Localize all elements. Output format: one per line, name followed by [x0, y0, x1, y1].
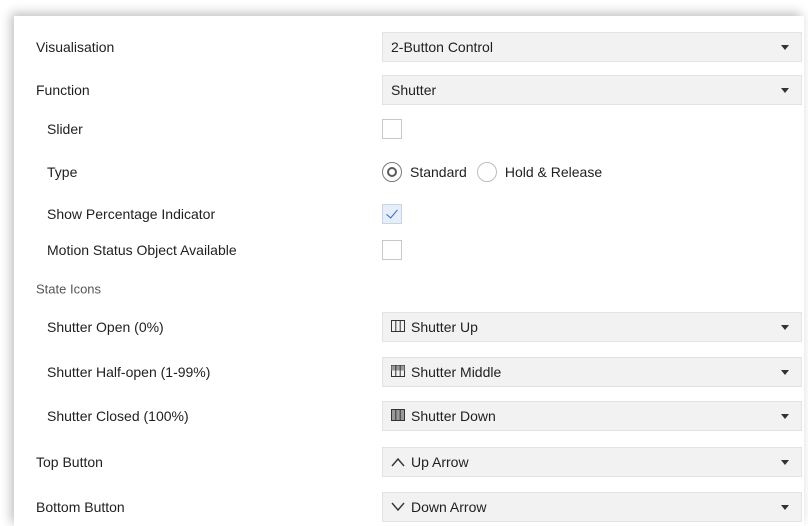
slider-label: Slider [47, 121, 83, 137]
shutter-down-icon [391, 408, 405, 424]
type-label: Type [47, 164, 78, 180]
shutter-half-label: Shutter Half-open (1-99%) [47, 364, 211, 380]
chevron-down-icon [781, 88, 789, 93]
standard-radio[interactable] [382, 162, 402, 182]
visualisation-dropdown[interactable]: 2-Button Control [382, 32, 802, 62]
bottom-button-label: Bottom Button [36, 499, 125, 515]
bottom-button-row: Bottom Button Down Arrow [14, 488, 804, 526]
chevron-down-icon [781, 505, 789, 510]
hold-release-radio-label[interactable]: Hold & Release [505, 164, 602, 180]
chevron-down-icon [781, 325, 789, 330]
chevron-down-icon [781, 414, 789, 419]
function-value: Shutter [391, 82, 437, 98]
show-percentage-row: Show Percentage Indicator [14, 195, 804, 233]
function-dropdown[interactable]: Shutter [382, 75, 802, 105]
slider-checkbox[interactable] [382, 119, 402, 139]
shutter-closed-dropdown[interactable]: Shutter Down [382, 401, 802, 431]
down-arrow-icon [391, 499, 405, 515]
shutter-open-value: Shutter Up [411, 319, 478, 335]
hold-release-radio[interactable] [476, 162, 497, 182]
motion-status-checkbox[interactable] [382, 240, 402, 260]
shutter-half-row: Shutter Half-open (1-99%) Shutter Middle [14, 353, 804, 391]
function-label: Function [36, 82, 90, 98]
shutter-open-row: Shutter Open (0%) Shutter Up [14, 308, 804, 346]
shutter-closed-value: Shutter Down [411, 408, 496, 424]
shutter-open-dropdown[interactable]: Shutter Up [382, 312, 802, 342]
shutter-half-dropdown[interactable]: Shutter Middle [382, 357, 802, 387]
visualisation-row: Visualisation 2-Button Control [14, 28, 804, 66]
motion-status-label: Motion Status Object Available [47, 242, 237, 258]
up-arrow-icon [391, 454, 405, 470]
visualisation-label: Visualisation [36, 39, 115, 55]
shutter-open-label: Shutter Open (0%) [47, 319, 164, 335]
function-row: Function Shutter [14, 71, 804, 109]
shutter-middle-icon [391, 364, 405, 380]
chevron-down-icon [781, 45, 789, 50]
bottom-button-dropdown[interactable]: Down Arrow [382, 492, 802, 522]
state-icons-row: State Icons [14, 270, 804, 308]
shutter-closed-label: Shutter Closed (100%) [47, 408, 189, 424]
shutter-up-icon [391, 319, 405, 335]
show-percentage-label: Show Percentage Indicator [47, 206, 216, 222]
top-button-value: Up Arrow [411, 454, 469, 470]
top-button-label: Top Button [36, 454, 103, 470]
settings-panel: Visualisation 2-Button Control Function … [14, 16, 804, 526]
chevron-down-icon [781, 460, 789, 465]
shutter-half-value: Shutter Middle [411, 364, 502, 380]
show-percentage-checkbox[interactable] [382, 204, 402, 224]
top-button-dropdown[interactable]: Up Arrow [382, 447, 802, 477]
shutter-closed-row: Shutter Closed (100%) Shutter Down [14, 397, 804, 435]
standard-radio-label[interactable]: Standard [410, 164, 467, 180]
checkmark-icon [386, 206, 398, 219]
slider-row: Slider [14, 110, 804, 148]
bottom-button-value: Down Arrow [411, 499, 487, 515]
type-row: Type Standard Hold & Release [14, 153, 804, 191]
motion-status-row: Motion Status Object Available [14, 231, 804, 269]
top-button-row: Top Button Up Arrow [14, 443, 804, 481]
state-icons-heading: State Icons [36, 281, 102, 297]
chevron-down-icon [781, 370, 789, 375]
type-radio-group: Standard Hold & Release [382, 162, 612, 182]
visualisation-value: 2-Button Control [391, 39, 493, 55]
